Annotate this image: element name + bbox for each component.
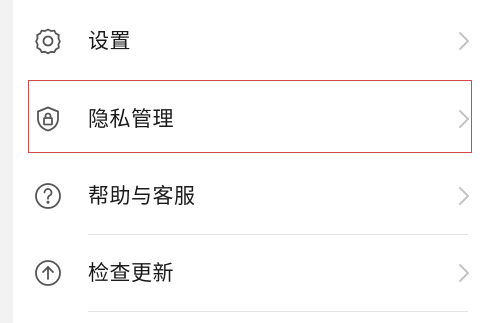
menu-item-privacy[interactable]: 隐私管理 [13, 80, 498, 157]
menu-item-help[interactable]: 帮助与客服 [13, 157, 498, 234]
menu-item-check-update[interactable]: 检查更新 [13, 234, 498, 311]
menu-item-label: 帮助与客服 [88, 184, 196, 208]
menu-item-label: 设置 [88, 29, 131, 53]
shield-lock-icon [33, 104, 63, 134]
settings-menu-card: 设置 隐私管理 帮助与客服 检查更新 [13, 0, 498, 323]
chevron-right-icon [457, 262, 471, 284]
help-circle-icon [33, 181, 63, 211]
chevron-right-icon [457, 185, 471, 207]
menu-divider [88, 311, 468, 312]
chevron-right-icon [457, 108, 471, 130]
menu-item-label: 隐私管理 [88, 107, 174, 131]
gear-icon [33, 26, 63, 56]
menu-item-settings[interactable]: 设置 [13, 2, 498, 79]
menu-item-label: 检查更新 [88, 261, 174, 285]
chevron-right-icon [457, 30, 471, 52]
arrow-up-circle-icon [33, 258, 63, 288]
